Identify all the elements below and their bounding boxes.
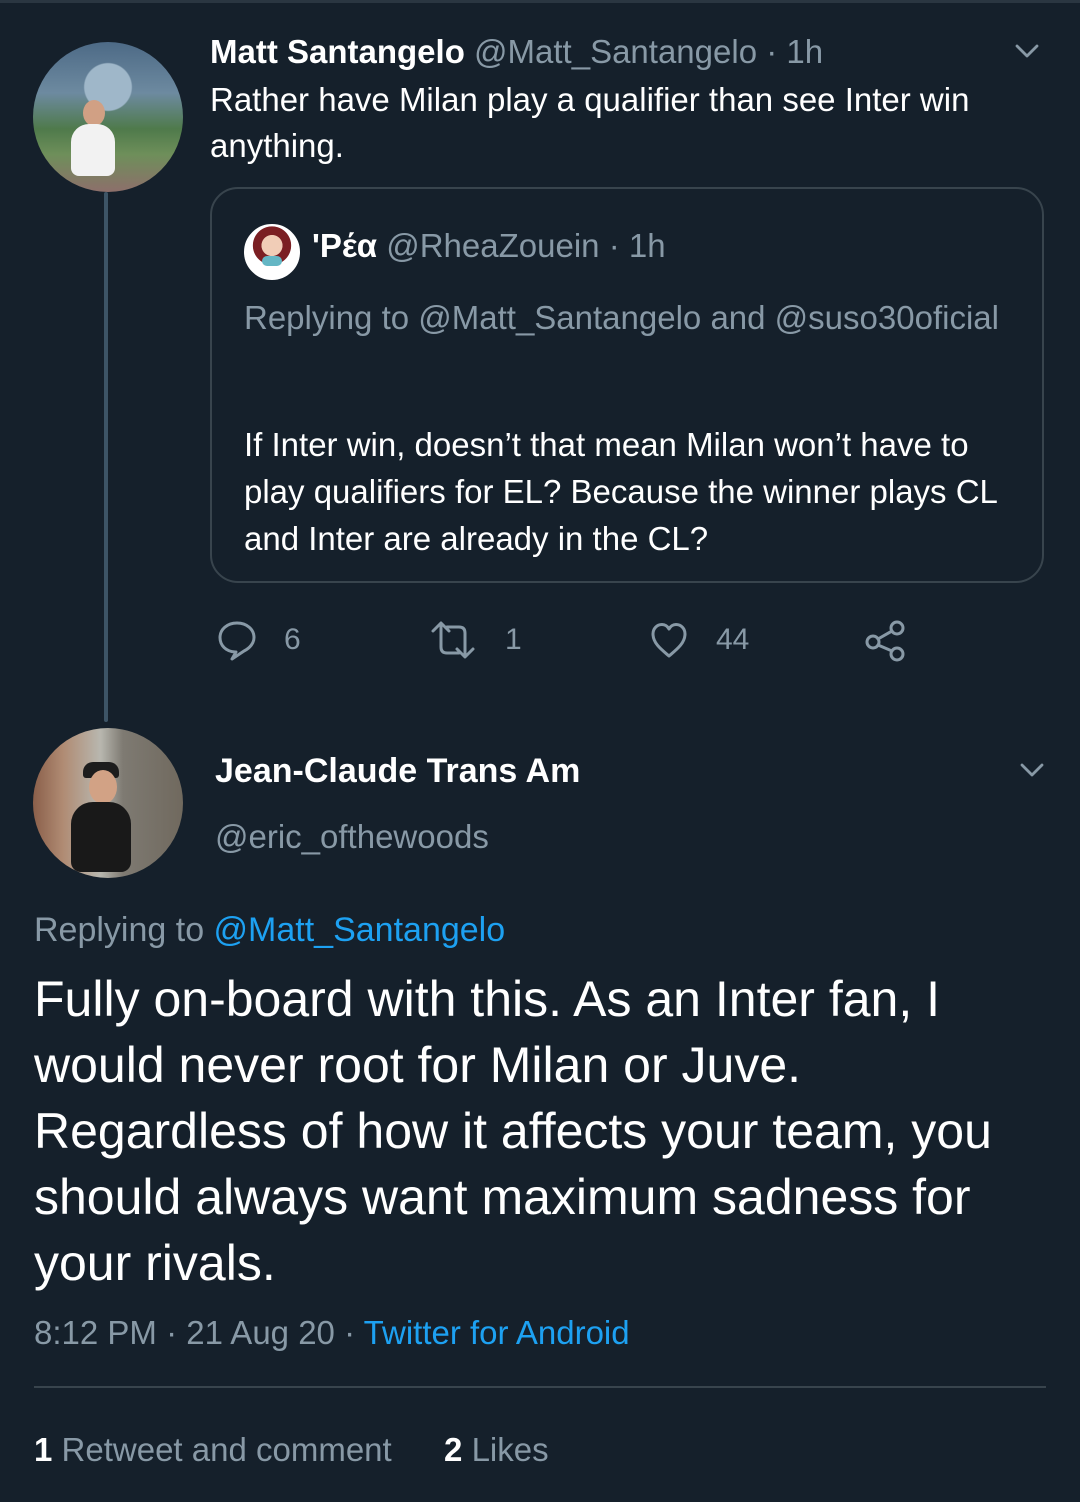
tweet1-text: Rather have Milan play a qualifier than … [210,81,970,164]
tweet2-separator-2: · [344,1314,356,1351]
quote-text: If Inter win, doesn’t that mean Milan wo… [244,426,997,557]
likes-count[interactable]: 2 [444,1431,462,1468]
tweet2-time: 8:12 PM [34,1314,157,1351]
thread-connector [104,192,108,722]
rhea-avatar[interactable] [244,224,300,280]
jean-claude-avatar[interactable] [33,728,183,878]
tweet2-replying-prefix: Replying to [34,911,214,949]
retweets-label[interactable]: Retweet and comment [62,1431,392,1468]
reply-icon [218,621,256,661]
avatar-mask [262,256,282,266]
chevron-down-icon[interactable] [1018,756,1046,784]
quote-replying-to: Replying to @Matt_Santangelo and @suso30… [244,295,1004,341]
reply-action[interactable]: 6 [214,615,301,665]
quote-time[interactable]: 1h [629,227,666,264]
avatar-shirt [71,802,131,872]
tweet1-time[interactable]: 1h [786,33,823,70]
retweets-count[interactable]: 1 [34,1431,52,1468]
share-icon [865,620,905,662]
retweet-count: 1 [505,623,522,656]
tweet1-author-handle[interactable]: @Matt_Santangelo [474,33,757,70]
reply-count: 6 [284,623,301,656]
tweet2-replying-to: Replying to @Matt_Santangelo [34,907,505,953]
tweet2-author-handle[interactable]: @eric_ofthewoods [215,814,489,860]
tweet2-author-name[interactable]: Jean-Claude Trans Am [215,748,580,794]
tweet2-separator-1: · [166,1314,178,1351]
tweet2-text: Fully on-board with this. As an Inter fa… [34,971,992,1291]
tweet1-separator: · [766,33,778,70]
avatar-face [83,100,105,126]
matt-santangelo-avatar[interactable] [33,42,183,192]
quote-author-handle[interactable]: @RheaZouein [386,227,599,264]
like-action[interactable]: 44 [646,615,749,665]
content-divider [34,1386,1046,1388]
tweet1-author-name[interactable]: Matt Santangelo [210,33,465,70]
tweet2-replying-user[interactable]: @Matt_Santangelo [214,911,506,949]
engagement-stats: 1 Retweet and comment 2 Likes [34,1427,549,1473]
heart-icon [651,623,687,658]
like-count: 44 [716,623,750,656]
retweet-icon [431,621,475,659]
tweet2-date: 21 Aug 20 [186,1314,335,1351]
quote-replying-prefix: Replying to [244,299,419,336]
likes-label[interactable]: Likes [472,1431,549,1468]
quote-author-name[interactable]: 'Ρέα [312,227,377,264]
top-divider [0,0,1080,3]
tweet2-client-link[interactable]: Twitter for Android [364,1314,630,1351]
quote-separator: · [608,227,620,264]
tweet1-header: Matt Santangelo @Matt_Santangelo · 1h [210,30,823,74]
retweet-action[interactable]: 1 [425,615,522,665]
quote-header: 'Ρέα @RheaZouein · 1h [312,224,666,268]
quote-replying-users[interactable]: @Matt_Santangelo and @suso30oficial [418,299,999,336]
avatar-shirt [71,124,115,176]
chevron-down-icon[interactable] [1013,37,1041,65]
avatar-face [89,770,117,804]
tweet2-metadata: 8:12 PM · 21 Aug 20 · Twitter for Androi… [34,1310,630,1356]
share-action[interactable] [861,615,909,665]
